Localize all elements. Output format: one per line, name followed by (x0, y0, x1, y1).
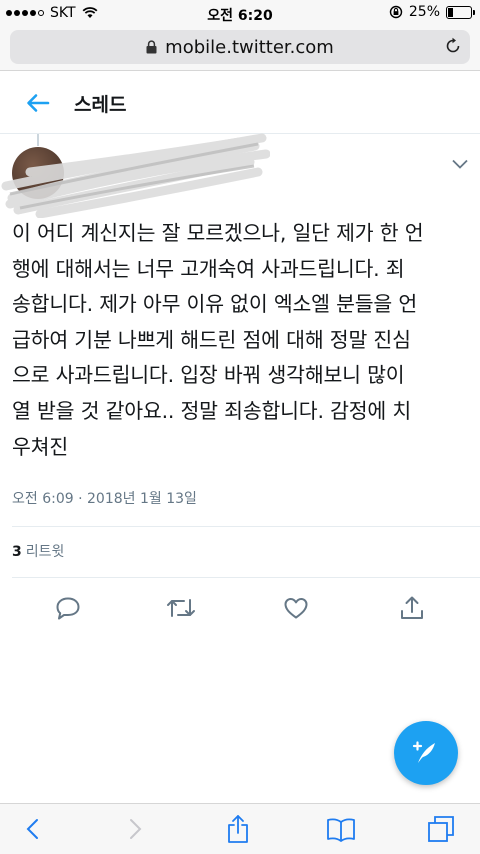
heart-icon (284, 598, 308, 619)
browser-forward-button[interactable] (120, 813, 152, 845)
reply-icon (56, 597, 80, 620)
like-button[interactable] (281, 594, 311, 622)
safari-toolbar (0, 803, 480, 854)
url-text: mobile.twitter.com (165, 36, 334, 58)
tabs-button[interactable] (425, 813, 457, 845)
compose-tweet-button[interactable] (394, 721, 458, 785)
battery-percent: 25% (408, 4, 440, 20)
retweet-button[interactable] (166, 594, 196, 622)
forward-icon (130, 819, 142, 839)
share-icon (401, 596, 423, 619)
redaction-scribble (1, 133, 270, 218)
page-title: 스레드 (74, 94, 127, 116)
battery-group: 25% (389, 4, 475, 20)
thread-header: 스레드 (0, 71, 480, 134)
lock-icon (146, 40, 157, 54)
battery-fill (448, 7, 453, 17)
status-bar: SKT 오전 6:20 25% (0, 0, 480, 26)
browser-share-button[interactable] (222, 813, 254, 845)
retweet-label: 리트윗 (25, 544, 65, 560)
bookmarks-button[interactable] (325, 813, 357, 845)
back-arrow-icon[interactable] (26, 93, 50, 113)
divider (12, 577, 480, 578)
retweet-icon (167, 599, 195, 617)
share-tweet-button[interactable] (397, 594, 427, 622)
retweet-count: 3 (12, 544, 22, 560)
back-icon (26, 819, 38, 839)
tabs-icon (428, 816, 454, 842)
browser-back-button[interactable] (16, 813, 48, 845)
compose-feather-icon (412, 741, 435, 763)
reply-button[interactable] (53, 594, 83, 622)
tweet-text: 이 어디 계신지는 잘 모르겠으나, 일단 제가 한 언 행에 대해서는 너무 … (12, 221, 424, 459)
reload-icon[interactable] (444, 37, 462, 55)
divider (12, 526, 480, 527)
retweet-count-row[interactable]: 3 리트윗 (12, 541, 64, 561)
url-field[interactable]: mobile.twitter.com (10, 30, 470, 64)
chevron-down-icon[interactable] (451, 158, 469, 170)
rotation-lock-icon (389, 5, 403, 19)
bookmarks-icon (327, 818, 355, 842)
share-icon (228, 815, 248, 843)
tweet-timestamp[interactable]: 오전 6:09 · 2018년 1월 13일 (12, 488, 197, 508)
safari-address-bar: mobile.twitter.com (0, 26, 480, 71)
battery-icon (446, 5, 475, 19)
